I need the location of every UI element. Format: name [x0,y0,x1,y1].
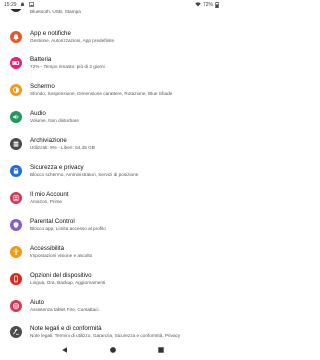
settings-item-title: Schermo [30,83,55,90]
devices-icon [10,9,22,12]
settings-item-subtitle: Lingua, Ora, Backup, Aggiornamenti [30,280,106,285]
gavel-icon [10,326,22,338]
settings-list: Bluetooth, USB, Stampa App e notifiche G… [0,9,225,340]
status-right: 72% [195,1,221,9]
settings-item-subtitle: Blocco schermo, Amministratori, Servizi … [30,172,139,177]
settings-item-app-notifiche[interactable]: App e notifiche Gestione, Autorizzazioni… [0,25,225,49]
image-icon [28,2,35,7]
settings-item-account[interactable]: Il mio Account Amazon, Prime [0,186,225,210]
settings-item-title: Batteria [30,56,52,63]
settings-item-sicurezza[interactable]: Sicurezza e privacy Blocco schermo, Ammi… [0,159,225,183]
settings-item-batteria[interactable]: Batteria 72% - Tempo rimasto: più di 2 g… [0,51,225,75]
settings-item-title: Opzioni del dispositivo [30,272,92,279]
settings-item-note-legali[interactable]: Note legali e di conformità Note legali,… [0,320,225,340]
status-time: 15:29 [4,1,17,8]
settings-item-subtitle: Impostazioni visione e ascolto [30,253,93,258]
status-battery-percent: 72% [202,1,213,8]
settings-item-aiuto[interactable]: Aiuto Assistenza tablet Fire, Contattaci [0,294,225,318]
settings-item-title: Aiuto [30,299,45,306]
speaker-icon [10,111,22,123]
brightness-icon [10,84,22,96]
lock-icon [10,165,22,177]
status-left: 15:29 [4,2,35,8]
settings-item-schermo[interactable]: Schermo Sfondo, Sospensione, Dimensione … [0,78,225,102]
settings-item-subtitle: Assistenza tablet Fire, Contattaci [30,307,99,312]
wifi-icon [195,2,201,7]
battery-icon [10,57,22,69]
settings-item-subtitle: Blocco app, Limita accesso al profilo [30,226,106,231]
notification-icon [20,2,26,7]
settings-item-title: App e notifiche [30,30,71,37]
settings-item-audio[interactable]: Audio Volume, Non disturbare [0,105,225,129]
home-icon[interactable] [108,345,118,355]
settings-item-subtitle: Gestione, Autorizzazioni, App predefinit… [30,38,115,43]
bell-icon [10,31,22,43]
settings-item-subtitle: Amazon, Prime [30,199,63,204]
settings-item-subtitle: Bluetooth, USB, Stampa [30,9,81,14]
shield-icon [10,219,22,231]
recents-icon[interactable] [156,345,166,355]
settings-item-title: Archiviazione [30,137,67,144]
navigation-bar [0,340,225,360]
settings-item-parental[interactable]: Parental Control Blocco app, Limita acce… [0,213,225,237]
device-icon [10,273,22,285]
settings-item-archiviazione[interactable]: Archiviazione Utilizzati: 9% - Liberi: 5… [0,132,225,156]
person-icon [10,192,22,204]
settings-item-opzioni[interactable]: Opzioni del dispositivo Lingua, Ora, Bac… [0,267,225,291]
settings-item-subtitle: 72% - Tempo rimasto: più di 2 giorni [30,64,105,69]
help-icon [10,300,22,312]
settings-item-connessioni[interactable]: Bluetooth, USB, Stampa [0,9,225,18]
settings-item-title: Accessibilità [30,245,65,252]
settings-item-subtitle: Note legali, Termini di utilizzo, Garanz… [30,333,181,338]
settings-item-title: Parental Control [30,218,75,225]
settings-item-accessibilita[interactable]: Accessibilità Impostazioni visione e asc… [0,240,225,264]
status-bar: 15:29 72% [0,0,225,9]
settings-item-subtitle: Sfondo, Sospensione, Dimensione caratter… [30,91,173,96]
battery-icon [215,2,221,9]
screen: 15:29 72% Bluetooth, USB, Stampa App e n… [0,0,225,360]
back-icon[interactable] [60,345,70,355]
settings-item-title: Note legali e di conformità [30,325,102,332]
settings-item-title: Il mio Account [30,191,69,198]
settings-item-subtitle: Utilizzati: 9% - Liberi: 54,45 GB [30,145,95,150]
settings-item-subtitle: Volume, Non disturbare [30,118,79,123]
settings-item-title: Sicurezza e privacy [30,164,84,171]
settings-item-title: Audio [30,110,46,117]
accessibility-icon [10,246,22,258]
storage-icon [10,138,22,150]
